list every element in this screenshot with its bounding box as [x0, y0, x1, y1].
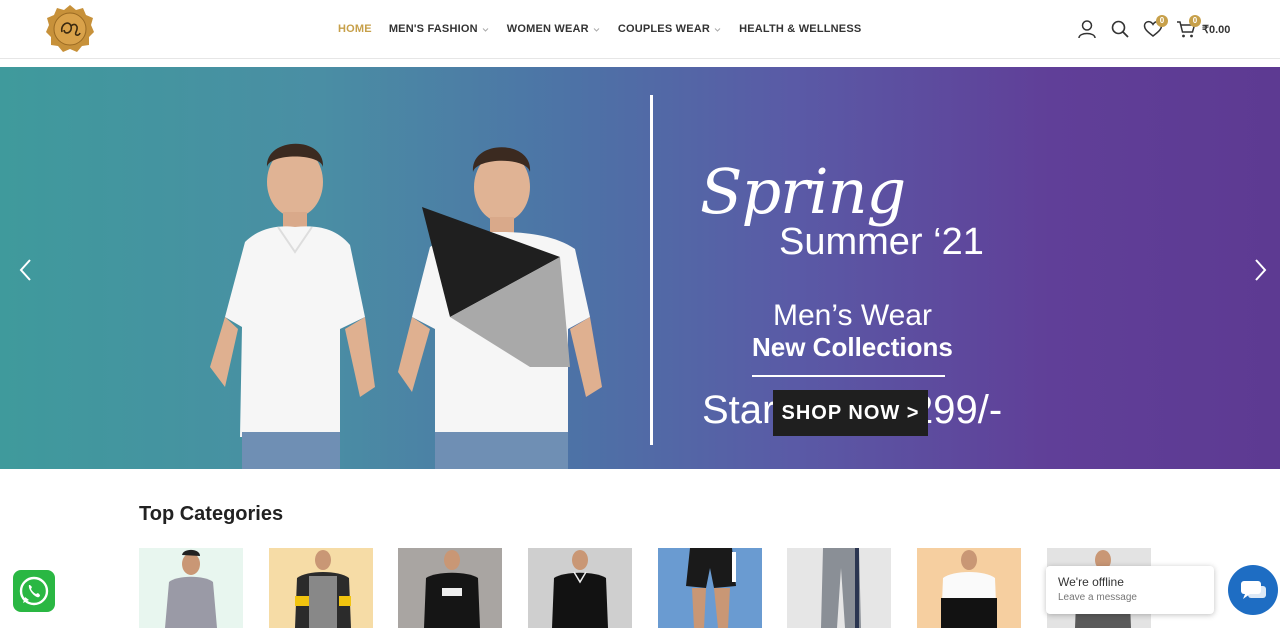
nav-women-wear[interactable]: WOMEN WEAR — [507, 23, 601, 35]
category-tshirt-grey-image — [139, 548, 243, 628]
top-categories-title: Top Categories — [139, 503, 284, 525]
category-tile[interactable] — [528, 548, 633, 628]
category-tile[interactable] — [268, 548, 373, 628]
nav-home[interactable]: HOME — [338, 23, 372, 35]
live-chat-button[interactable] — [1228, 565, 1278, 615]
hero-underline — [752, 375, 945, 377]
category-jacket-image — [268, 548, 373, 628]
shop-now-button[interactable]: SHOP NOW > — [773, 390, 928, 436]
nav-couples-wear-label: COUPLES WEAR — [617, 23, 711, 35]
category-printed-tee-image — [398, 548, 503, 628]
nav-mens-fashion-label: MEN'S FASHION — [388, 23, 478, 35]
brand-logo[interactable] — [45, 4, 95, 54]
category-tile[interactable] — [398, 548, 503, 628]
hero-spring-text: Spring — [700, 155, 906, 228]
wishlist-button[interactable]: 0 — [1142, 15, 1168, 40]
category-tile[interactable] — [139, 548, 243, 628]
hero-summer-text: Summer ‘21 — [779, 221, 984, 263]
main-nav: HOME MEN'S FASHION WOMEN WEAR COUPLES WE… — [338, 22, 878, 36]
whatsapp-icon — [19, 576, 49, 606]
chevron-down-icon — [481, 25, 490, 34]
category-shorts-image — [657, 548, 762, 628]
nav-mens-fashion[interactable]: MEN'S FASHION — [389, 23, 490, 35]
hero-divider — [650, 95, 653, 445]
account-button[interactable] — [1076, 18, 1098, 40]
chevron-right-icon — [1255, 259, 1267, 281]
nav-couples-wear[interactable]: COUPLES WEAR — [618, 23, 722, 35]
search-icon — [1111, 20, 1129, 38]
chat-offline-subtitle: Leave a message — [1058, 592, 1137, 603]
nav-home-label: HOME — [338, 23, 372, 35]
wishlist-count-badge: 0 — [1156, 15, 1168, 27]
cart-button[interactable]: 0 — [1175, 15, 1201, 40]
chevron-down-icon — [592, 25, 601, 34]
nav-health-wellness[interactable]: HEALTH & WELLNESS — [739, 23, 861, 35]
slider-next-button[interactable] — [1250, 258, 1270, 282]
category-trackpants-image — [787, 548, 892, 628]
site-header: HOME MEN'S FASHION WOMEN WEAR COUPLES WE… — [0, 0, 1280, 59]
hero-slider[interactable]: Spring Summer ‘21 Men’s Wear New Collect… — [0, 67, 1280, 469]
search-button[interactable] — [1109, 18, 1131, 40]
category-hoodie-image — [917, 548, 1022, 628]
nav-health-wellness-label: HEALTH & WELLNESS — [739, 23, 862, 35]
hero-menswear-text: Men’s Wear — [773, 299, 932, 332]
chevron-left-icon — [19, 259, 31, 281]
chevron-down-icon — [713, 25, 722, 34]
category-tile[interactable] — [917, 548, 1022, 628]
category-list — [139, 548, 1177, 628]
hero-models-image — [210, 143, 602, 469]
category-tile[interactable] — [787, 548, 892, 628]
header-actions: 0 0 ₹0.00 — [1076, 15, 1230, 40]
chat-offline-box[interactable]: We're offline Leave a message — [1046, 566, 1214, 614]
category-tile[interactable] — [657, 548, 762, 628]
nav-women-wear-label: WOMEN WEAR — [506, 23, 589, 35]
cart-count-badge: 0 — [1189, 15, 1201, 27]
category-polo-image — [528, 548, 633, 628]
chat-offline-title: We're offline — [1058, 575, 1124, 589]
slider-prev-button[interactable] — [16, 258, 36, 282]
hero-new-collections-text: New Collections — [752, 332, 953, 362]
brand-monogram-logo-icon — [46, 5, 94, 52]
whatsapp-button[interactable] — [13, 570, 55, 612]
user-icon — [1078, 20, 1096, 39]
chat-bubble-icon — [1241, 581, 1266, 599]
cart-total[interactable]: ₹0.00 — [1202, 23, 1230, 36]
